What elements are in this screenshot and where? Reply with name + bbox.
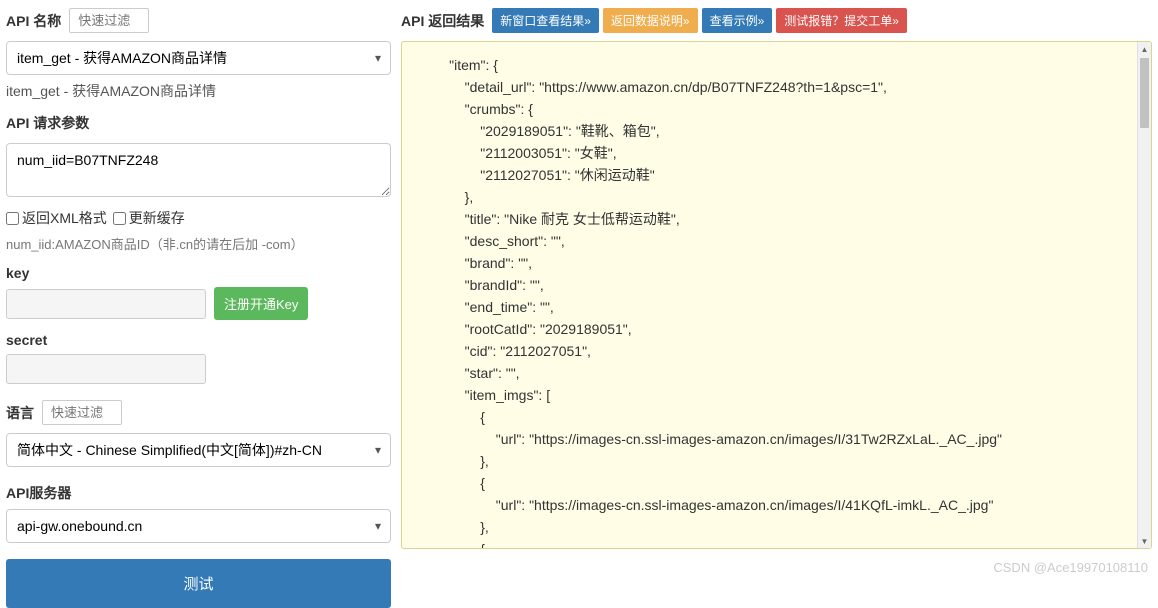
scroll-down-icon[interactable]: ▼ <box>1138 534 1151 548</box>
new-window-button[interactable]: 新窗口查看结果» <box>492 8 599 33</box>
checkbox-cache-label[interactable]: 更新缓存 <box>113 208 185 228</box>
watermark: CSDN @Ace19970108110 <box>993 560 1148 575</box>
scrollbar-thumb[interactable] <box>1140 58 1149 128</box>
request-params-label: API 请求参数 <box>6 113 391 133</box>
secret-label: secret <box>6 332 391 348</box>
scrollbar[interactable]: ▲ ▼ <box>1137 42 1151 548</box>
secret-input[interactable] <box>6 354 206 384</box>
api-server-select[interactable]: api-gw.onebound.cn <box>6 509 391 543</box>
language-filter-input[interactable] <box>42 400 122 425</box>
params-hint: num_iid:AMAZON商品ID（非.cn的请在后加 -com） <box>6 234 391 253</box>
view-example-button[interactable]: 查看示例» <box>702 8 773 33</box>
checkbox-xml[interactable] <box>6 212 19 225</box>
language-select[interactable]: 简体中文 - Chinese Simplified(中文[简体])#zh-CN <box>6 433 391 467</box>
result-scroll-area[interactable]: "item": { "detail_url": "https://www.ama… <box>402 42 1137 548</box>
api-select[interactable]: item_get - 获得AMAZON商品详情 <box>6 41 391 75</box>
request-params-textarea[interactable] <box>6 143 391 197</box>
right-panel: API 返回结果 新窗口查看结果» 返回数据说明» 查看示例» 测试报错？提交工… <box>401 8 1152 573</box>
left-panel: API 名称 item_get - 获得AMAZON商品详情 item_get … <box>6 8 401 573</box>
api-name-label: API 名称 <box>6 11 61 31</box>
checkbox-cache[interactable] <box>113 212 126 225</box>
key-label: key <box>6 265 391 281</box>
checkbox-xml-label[interactable]: 返回XML格式 <box>6 208 107 228</box>
report-error-button[interactable]: 测试报错？提交工单» <box>776 8 907 33</box>
register-key-button[interactable]: 注册开通Key <box>214 287 308 320</box>
test-button[interactable]: 测试 <box>6 559 391 608</box>
api-server-label: API服务器 <box>6 483 391 503</box>
return-data-button[interactable]: 返回数据说明» <box>603 8 698 33</box>
api-select-subtext: item_get - 获得AMAZON商品详情 <box>6 81 391 101</box>
scroll-up-icon[interactable]: ▲ <box>1138 42 1151 56</box>
result-title: API 返回结果 <box>401 11 484 31</box>
json-content: "item": { "detail_url": "https://www.ama… <box>418 54 1121 548</box>
api-name-filter-input[interactable] <box>69 8 149 33</box>
key-input[interactable] <box>6 289 206 319</box>
result-box: "item": { "detail_url": "https://www.ama… <box>401 41 1152 549</box>
language-label: 语言 <box>6 403 34 423</box>
